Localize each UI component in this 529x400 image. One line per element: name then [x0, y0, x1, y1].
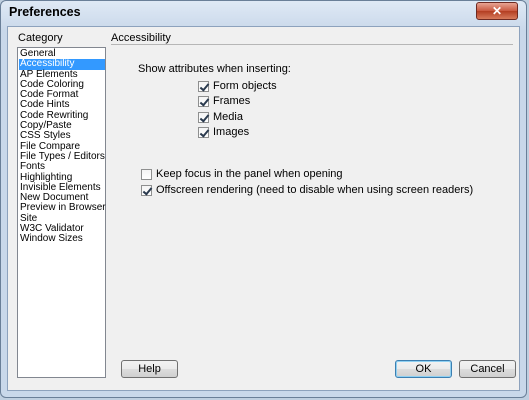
section-divider [111, 44, 513, 45]
window-title: Preferences [9, 5, 81, 19]
checkbox-frames[interactable]: Frames [198, 95, 250, 107]
offscreen-rendering-checkbox[interactable] [141, 184, 152, 196]
section-title: Accessibility [111, 32, 171, 44]
frames-label: Frames [213, 95, 251, 107]
close-icon: ✕ [491, 4, 503, 18]
form-objects-checkbox[interactable] [198, 80, 209, 92]
preferences-dialog: Preferences ✕ Category Accessibility Gen… [0, 0, 527, 398]
ok-button-label: OK [415, 363, 432, 375]
close-button[interactable]: ✕ [476, 2, 518, 20]
keep-focus-label: Keep focus in the panel when opening [156, 168, 343, 180]
offscreen-rendering-label: Offscreen rendering (need to disable whe… [156, 184, 474, 196]
keep-focus-checkbox[interactable] [141, 168, 152, 180]
cancel-button[interactable]: Cancel [459, 360, 516, 378]
dialog-client-area: Category Accessibility General Accessibil… [7, 26, 520, 391]
category-list[interactable]: General Accessibility AP Elements Code Colo… [17, 47, 106, 378]
category-item-window-sizes[interactable]: Window Sizes [19, 234, 105, 245]
cancel-button-label: Cancel [470, 363, 505, 375]
media-label: Media [213, 111, 243, 123]
show-attributes-label: Show attributes when inserting: [138, 63, 291, 75]
checkbox-form-objects[interactable]: Form objects [198, 80, 277, 92]
images-label: Images [213, 126, 250, 138]
images-checkbox[interactable] [198, 126, 209, 138]
media-checkbox[interactable] [198, 111, 209, 123]
checkbox-media[interactable]: Media [198, 111, 243, 123]
title-bar[interactable]: Preferences ✕ [1, 1, 526, 25]
help-button-label: Help [138, 363, 161, 375]
checkbox-images[interactable]: Images [198, 126, 249, 138]
form-objects-label: Form objects [213, 80, 277, 92]
checkbox-offscreen-rendering[interactable]: Offscreen rendering (need to disable whe… [141, 184, 473, 196]
help-button[interactable]: Help [121, 360, 178, 378]
checkbox-keep-focus[interactable]: Keep focus in the panel when opening [141, 168, 343, 180]
frames-checkbox[interactable] [198, 95, 209, 107]
category-label: Category [18, 32, 63, 44]
ok-button[interactable]: OK [395, 360, 452, 378]
